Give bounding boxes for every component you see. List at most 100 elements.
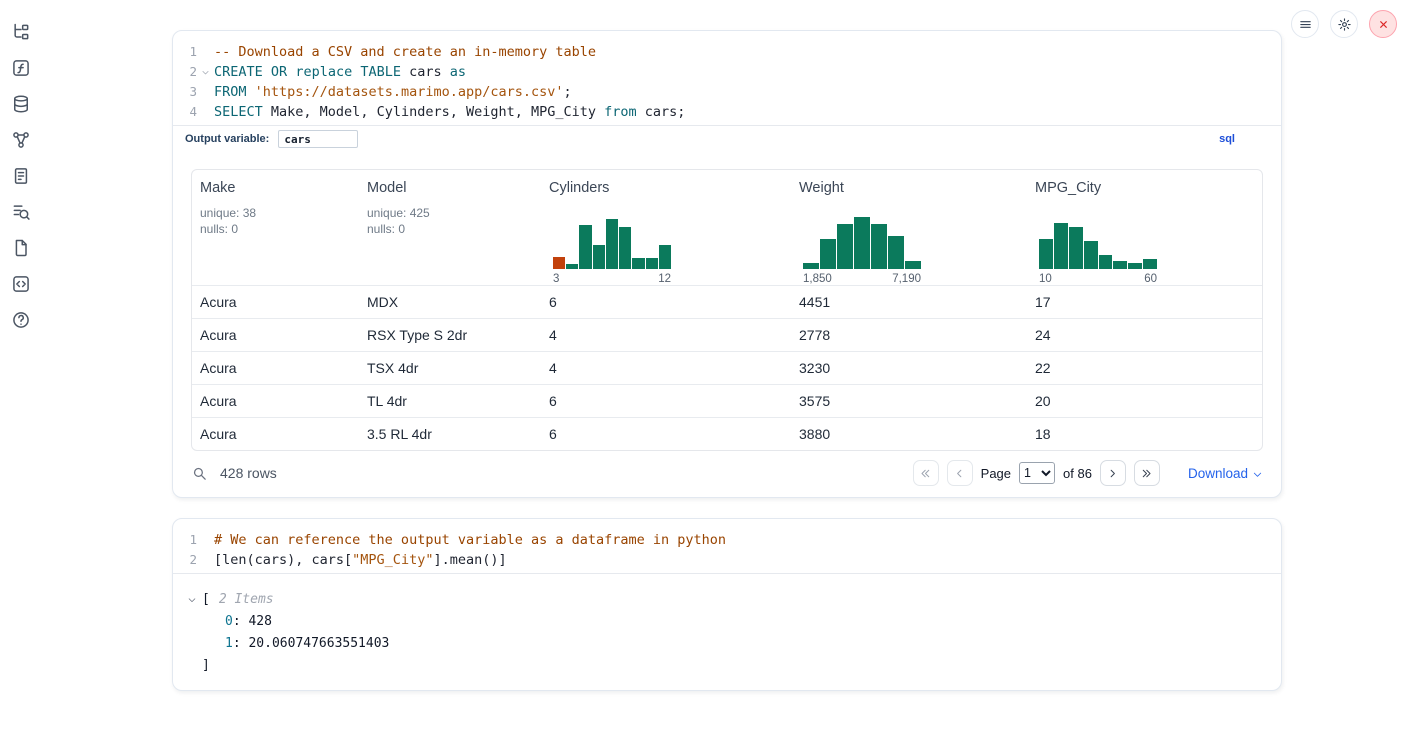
code-text: CREATE OR replace TABLE cars as <box>214 62 466 82</box>
histogram-bar[interactable] <box>888 236 904 269</box>
histogram-bar[interactable] <box>553 257 565 269</box>
chevrons-right-icon <box>1140 467 1153 480</box>
table-cell: 6 <box>541 294 791 310</box>
shutdown-button[interactable] <box>1369 10 1397 38</box>
row-count: 428 rows <box>220 465 277 481</box>
scratchpad-icon <box>11 166 31 186</box>
search-icon[interactable] <box>191 465 208 482</box>
table-row[interactable]: AcuraTSX 4dr4323022 <box>192 351 1262 384</box>
histogram-bar[interactable] <box>1054 223 1068 269</box>
table-cell: 3230 <box>791 360 1027 376</box>
histogram-bar[interactable] <box>593 245 605 269</box>
code-token: "MPG_City" <box>352 552 433 568</box>
histogram-bar[interactable] <box>854 217 870 269</box>
sidebar-help-button[interactable] <box>11 310 31 330</box>
sidebar-dependency-graph-button[interactable] <box>11 130 31 150</box>
histogram-bar[interactable] <box>632 258 644 269</box>
histogram-bar[interactable] <box>619 227 631 269</box>
column-header-make[interactable]: Makeunique: 38nulls: 0 <box>192 170 359 285</box>
histogram-bar[interactable] <box>566 264 578 269</box>
line-number: 1 <box>173 42 197 62</box>
sidebar-logs-button[interactable] <box>11 202 31 222</box>
histogram-bar[interactable] <box>579 225 591 269</box>
gutter-spacer <box>197 42 214 62</box>
page-label: Page <box>981 466 1011 481</box>
table-cell: 3.5 RL 4dr <box>359 426 541 442</box>
code-token: FROM <box>214 84 247 100</box>
table-cell: TSX 4dr <box>359 360 541 376</box>
code-text: -- Download a CSV and create an in-memor… <box>214 42 596 62</box>
item-value: 20.060747663551403 <box>248 636 389 651</box>
chevron-left-icon <box>953 467 966 480</box>
previous-page-button[interactable] <box>947 460 973 486</box>
settings-button[interactable] <box>1330 10 1358 38</box>
histogram-bar[interactable] <box>1039 239 1053 269</box>
histogram-bar[interactable] <box>871 224 887 269</box>
histogram-bar[interactable] <box>1099 255 1113 269</box>
column-header-model[interactable]: Modelunique: 425nulls: 0 <box>359 170 541 285</box>
last-page-button[interactable] <box>1134 460 1160 486</box>
download-button[interactable]: Download <box>1188 466 1263 481</box>
sidebar-datasources-button[interactable] <box>11 94 31 114</box>
item-index: 0 <box>225 614 233 629</box>
histogram-bar[interactable] <box>646 258 658 269</box>
line-number: 2 <box>173 550 197 570</box>
page-select[interactable]: 1 <box>1019 462 1055 484</box>
column-summary: 1,8507,190 <box>799 205 1019 285</box>
histogram-bar[interactable] <box>1069 227 1083 269</box>
table-row[interactable]: AcuraRSX Type S 2dr4277824 <box>192 318 1262 351</box>
sidebar <box>0 0 42 330</box>
histogram-bar[interactable] <box>1084 241 1098 269</box>
column-header-mpg_city[interactable]: MPG_City1060 <box>1027 170 1262 285</box>
sidebar-file-explorer-button[interactable] <box>11 22 31 42</box>
tree-root: [ 2 Items <box>187 589 1267 611</box>
code-token <box>263 64 271 80</box>
column-histogram <box>553 215 671 269</box>
column-summary: 1060 <box>1035 205 1254 285</box>
histogram-bar[interactable] <box>905 261 921 269</box>
code-token: cars <box>401 64 450 80</box>
table-cell: 2778 <box>791 327 1027 343</box>
histogram-bar[interactable] <box>837 224 853 269</box>
sidebar-scratchpad-button[interactable] <box>11 166 31 186</box>
fold-chevron-icon[interactable] <box>197 62 214 82</box>
table-row[interactable]: AcuraMDX6445117 <box>192 285 1262 318</box>
histogram-bar[interactable] <box>1143 259 1157 269</box>
topbar <box>1291 10 1397 38</box>
table-cell: Acura <box>192 294 359 310</box>
item-separator: : <box>233 636 249 651</box>
code-token <box>247 84 255 100</box>
python-code-editor[interactable]: 1# We can reference the output variable … <box>173 519 1281 573</box>
table-header-row: Makeunique: 38nulls: 0Modelunique: 425nu… <box>192 170 1262 285</box>
histogram-bar[interactable] <box>820 239 836 269</box>
code-token: ; <box>564 84 572 100</box>
sql-code-editor[interactable]: 1 -- Download a CSV and create an in-memo… <box>173 31 1281 125</box>
column-summary: unique: 38nulls: 0 <box>200 205 351 285</box>
column-histogram <box>803 215 921 269</box>
menu-button[interactable] <box>1291 10 1319 38</box>
line-number: 1 <box>173 530 197 550</box>
sidebar-documentation-button[interactable] <box>11 238 31 258</box>
table-cell: Acura <box>192 327 359 343</box>
table-row[interactable]: AcuraTL 4dr6357520 <box>192 384 1262 417</box>
sql-cell: 1 -- Download a CSV and create an in-memo… <box>172 30 1282 498</box>
histogram-bar[interactable] <box>1113 261 1127 269</box>
axis-max-label: 7,190 <box>892 273 921 285</box>
table-row[interactable]: Acura3.5 RL 4dr6388018 <box>192 417 1262 450</box>
histogram-bar[interactable] <box>659 245 671 269</box>
collapse-caret-icon[interactable] <box>187 595 197 605</box>
first-page-button[interactable] <box>913 460 939 486</box>
histogram-bar[interactable] <box>606 219 618 269</box>
histogram-bar[interactable] <box>1128 263 1142 269</box>
sidebar-snippets-button[interactable] <box>11 274 31 294</box>
next-page-button[interactable] <box>1100 460 1126 486</box>
histogram-bar[interactable] <box>803 263 819 269</box>
column-header-cylinders[interactable]: Cylinders312 <box>541 170 791 285</box>
table-cell: 3880 <box>791 426 1027 442</box>
table-cell: 24 <box>1027 327 1262 343</box>
code-text: SELECT Make, Model, Cylinders, Weight, M… <box>214 102 685 122</box>
download-label: Download <box>1188 466 1248 481</box>
output-variable-input[interactable] <box>278 130 358 148</box>
column-header-weight[interactable]: Weight1,8507,190 <box>791 170 1027 285</box>
sidebar-variables-button[interactable] <box>11 58 31 78</box>
